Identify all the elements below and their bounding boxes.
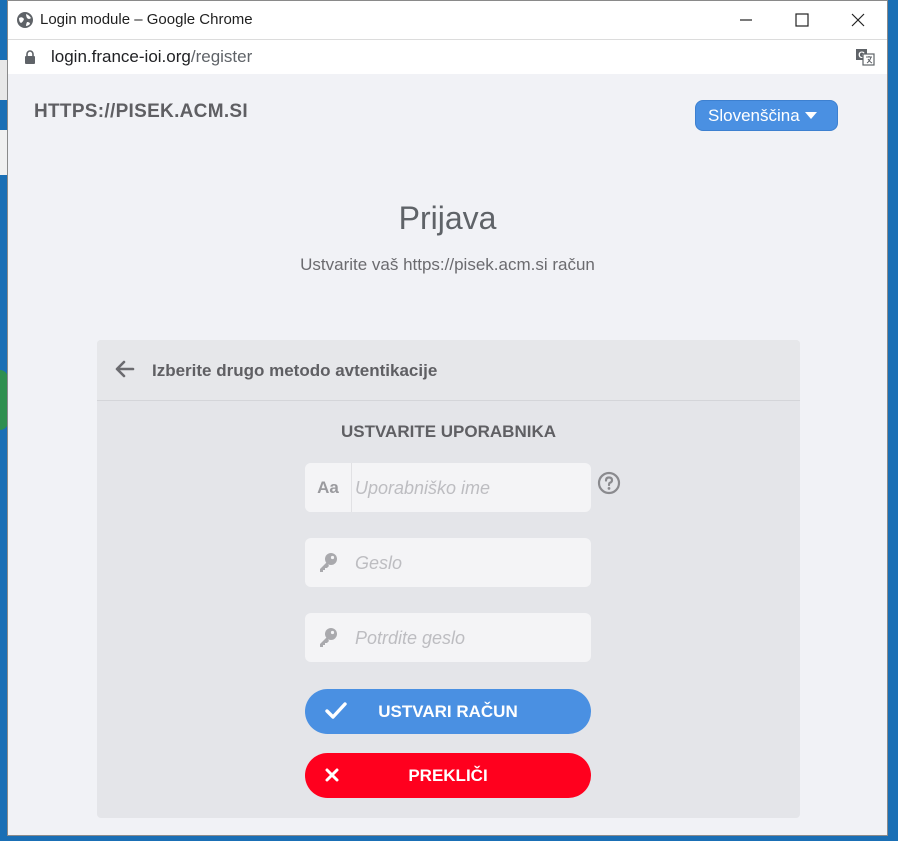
- url-path: /register: [190, 47, 253, 66]
- x-icon: [325, 768, 339, 782]
- password-input[interactable]: [353, 538, 587, 589]
- maximize-icon: [795, 13, 809, 27]
- create-account-button[interactable]: USTVARI RAČUN: [305, 689, 591, 734]
- password-field[interactable]: [305, 538, 591, 589]
- register-panel: Izberite drugo metodo avtentikacije USTV…: [97, 340, 800, 818]
- username-input[interactable]: [353, 463, 587, 514]
- help-circle-icon[interactable]: [597, 471, 621, 495]
- page-subtitle: Ustvarite vaš https://pisek.acm.si račun: [300, 255, 595, 274]
- url-text[interactable]: login.france-ioi.org/register: [51, 47, 252, 67]
- address-bar[interactable]: login.france-ioi.org/register G: [8, 39, 887, 75]
- close-button[interactable]: [830, 1, 886, 39]
- key-icon: [320, 553, 337, 572]
- globe-icon: [17, 12, 33, 28]
- username-prefix: Aa: [305, 463, 352, 512]
- cancel-label: PREKLIČI: [408, 765, 488, 785]
- caret-down-icon: [804, 112, 817, 119]
- browser-window: Login module – Google Chrome login.franc…: [7, 0, 888, 836]
- translate-icon[interactable]: G: [855, 48, 875, 66]
- language-label: Slovenščina: [708, 105, 800, 125]
- create-account-label: USTVARI RAČUN: [378, 701, 518, 721]
- site-name[interactable]: HTTPS://PISEK.ACM.SI: [34, 101, 248, 123]
- arrow-left-icon: [115, 360, 135, 378]
- lock-icon: [25, 50, 35, 64]
- back-link-label: Izberite drugo metodo avtentikacije: [152, 361, 438, 380]
- page-title: Prijava: [398, 200, 497, 236]
- language-selector[interactable]: Slovenščina: [695, 100, 838, 131]
- confirm-password-field[interactable]: [305, 613, 591, 664]
- minimize-button[interactable]: [718, 1, 774, 39]
- window-title: Login module – Google Chrome: [40, 11, 253, 28]
- confirm-password-input[interactable]: [353, 613, 587, 664]
- minimize-icon: [740, 19, 752, 21]
- back-link[interactable]: Izberite drugo metodo avtentikacije: [97, 340, 800, 401]
- title-bar: Login module – Google Chrome: [8, 1, 887, 39]
- close-icon: [851, 13, 865, 27]
- key-icon: [320, 628, 337, 647]
- form-title: USTVARITE UPORABNIKA: [340, 422, 557, 441]
- check-icon: [325, 702, 347, 719]
- page-content: HTTPS://PISEK.ACM.SI Slovenščina Prijava…: [8, 74, 887, 835]
- username-field[interactable]: Aa: [305, 463, 591, 514]
- url-host: login.france-ioi.org: [51, 47, 191, 66]
- maximize-button[interactable]: [774, 1, 830, 39]
- cancel-button[interactable]: PREKLIČI: [305, 753, 591, 798]
